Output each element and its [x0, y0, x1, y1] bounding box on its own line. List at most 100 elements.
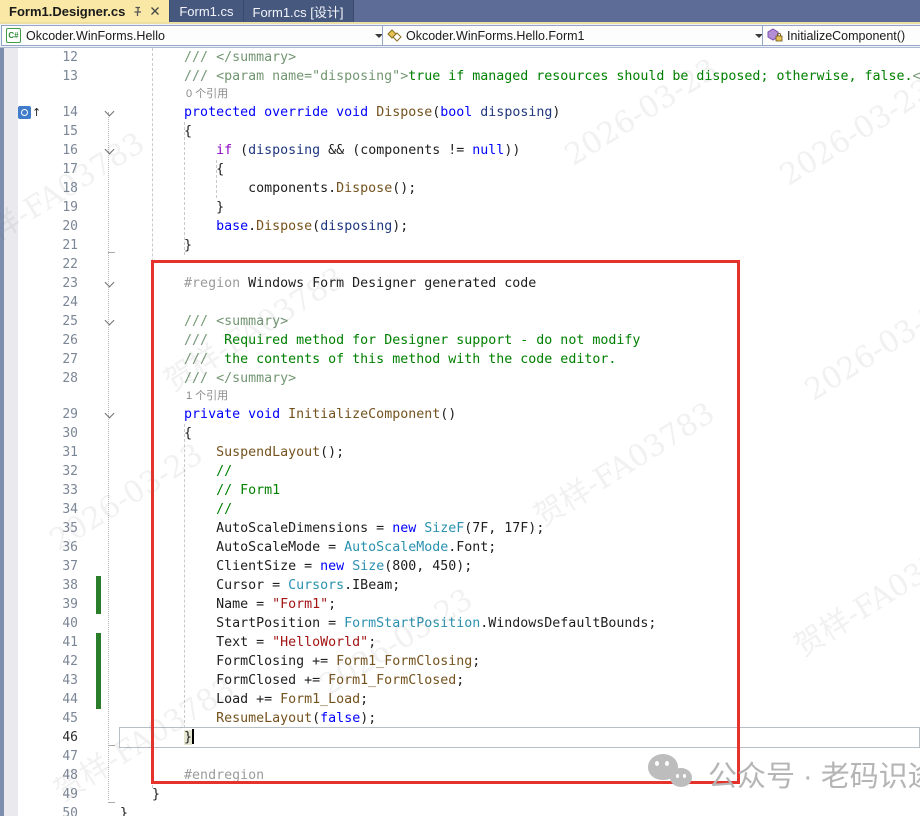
code-line-50[interactable]: 50} [0, 804, 920, 816]
code-line-29[interactable]: 29 private void InitializeComponent() [0, 405, 920, 424]
glyph-margin [0, 481, 44, 500]
fold-collapse-chevron-icon[interactable] [101, 274, 120, 293]
code-line-25[interactable]: 25 /// <summary> [0, 312, 920, 331]
code-line-40[interactable]: 40 StartPosition = FormStartPosition.Win… [0, 614, 920, 633]
line-number: 34 [44, 500, 78, 519]
line-number: 22 [44, 255, 78, 274]
code-line-39[interactable]: 39 Name = "Form1"; [0, 595, 920, 614]
code-text: Cursor = Cursors.IBeam; [120, 576, 920, 595]
code-line-23[interactable]: 23 #region Windows Form Designer generat… [0, 274, 920, 293]
code-line-32[interactable]: 32 // [0, 462, 920, 481]
wechat-watermark: 公众号 · 老码识途 [648, 752, 920, 796]
fold-margin [101, 198, 120, 217]
codelens-references[interactable]: 1 个引用 [0, 388, 920, 405]
code-text: } [120, 728, 920, 747]
code-line-35[interactable]: 35 AutoScaleDimensions = new SizeF(7F, 1… [0, 519, 920, 538]
line-number: 16 [44, 141, 78, 160]
code-line-43[interactable]: 43 FormClosed += Form1_FormClosed; [0, 671, 920, 690]
code-line-17[interactable]: 17 { [0, 160, 920, 179]
fold-margin [101, 538, 120, 557]
glyph-margin [0, 405, 44, 424]
fold-margin [101, 652, 120, 671]
codelens-label: 1 个引用 [186, 388, 228, 405]
glyph-margin [0, 519, 44, 538]
line-number: 13 [44, 67, 78, 86]
code-line-36[interactable]: 36 AutoScaleMode = AutoScaleMode.Font; [0, 538, 920, 557]
code-line-38[interactable]: 38 Cursor = Cursors.IBeam; [0, 576, 920, 595]
code-line-41[interactable]: 41 Text = "HelloWorld"; [0, 633, 920, 652]
code-line-44[interactable]: 44 Load += Form1_Load; [0, 690, 920, 709]
pin-icon[interactable] [132, 6, 143, 17]
fold-collapse-chevron-icon[interactable] [101, 405, 120, 424]
method-private-icon [767, 28, 783, 43]
project-dropdown[interactable]: C# Okcoder.WinForms.Hello [1, 25, 389, 46]
code-text [120, 293, 920, 312]
glyph-margin [0, 255, 44, 274]
fold-margin [101, 633, 120, 652]
glyph-margin [0, 67, 44, 86]
fold-margin [101, 576, 120, 595]
code-line-15[interactable]: 15 { [0, 122, 920, 141]
line-number: 28 [44, 369, 78, 388]
glyph-margin [0, 350, 44, 369]
code-line-19[interactable]: 19 } [0, 198, 920, 217]
tab-form1-cs-design[interactable]: Form1.cs [设计] [244, 0, 354, 22]
code-line-22[interactable]: 22 [0, 255, 920, 274]
code-line-28[interactable]: 28 /// </summary> [0, 369, 920, 388]
code-text: #region Windows Form Designer generated … [120, 274, 920, 293]
code-text: /// <summary> [120, 312, 920, 331]
fold-collapse-chevron-icon[interactable] [101, 103, 120, 122]
code-line-45[interactable]: 45 ResumeLayout(false); [0, 709, 920, 728]
code-line-37[interactable]: 37 ClientSize = new Size(800, 450); [0, 557, 920, 576]
member-dropdown[interactable]: InitializeComponent() [762, 25, 920, 46]
code-text: ResumeLayout(false); [120, 709, 920, 728]
glyph-margin [0, 804, 44, 816]
fold-margin [101, 785, 120, 804]
line-number: 33 [44, 481, 78, 500]
fold-collapse-chevron-icon[interactable] [101, 312, 120, 331]
code-line-46[interactable]: 46 } [0, 728, 920, 747]
code-line-18[interactable]: 18 components.Dispose(); [0, 179, 920, 198]
fold-collapse-chevron-icon[interactable] [101, 141, 120, 160]
code-line-42[interactable]: 42 FormClosing += Form1_FormClosing; [0, 652, 920, 671]
line-number: 50 [44, 804, 78, 816]
code-text: /// </summary> [120, 48, 920, 67]
glyph-margin [0, 236, 44, 255]
glyph-margin: ↑ [0, 103, 44, 122]
code-line-21[interactable]: 21 } [0, 236, 920, 255]
code-line-24[interactable]: 24 [0, 293, 920, 312]
code-text: StartPosition = FormStartPosition.Window… [120, 614, 920, 633]
line-number: 41 [44, 633, 78, 652]
override-indicator-icon[interactable] [18, 106, 31, 119]
codelens-references[interactable]: 0 个引用 [0, 86, 920, 103]
tab-form1-designer-cs[interactable]: Form1.Designer.cs [0, 0, 170, 22]
fold-margin [101, 747, 120, 766]
code-text: } [120, 236, 920, 255]
type-dropdown[interactable]: Okcoder.WinForms.Hello.Form1 [382, 25, 769, 46]
code-line-33[interactable]: 33 // Form1 [0, 481, 920, 500]
line-number: 32 [44, 462, 78, 481]
code-text: Text = "HelloWorld"; [120, 633, 920, 652]
fold-margin [101, 255, 120, 274]
glyph-margin [0, 633, 44, 652]
close-icon[interactable] [150, 6, 160, 16]
tab-form1-cs[interactable]: Form1.cs [170, 0, 243, 22]
code-line-16[interactable]: 16 if (disposing && (components != null)… [0, 141, 920, 160]
code-line-31[interactable]: 31 SuspendLayout(); [0, 443, 920, 462]
line-number: 35 [44, 519, 78, 538]
code-line-14[interactable]: ↑14 protected override void Dispose(bool… [0, 103, 920, 122]
code-line-30[interactable]: 30 { [0, 424, 920, 443]
codelens-label: 0 个引用 [186, 86, 228, 103]
fold-margin [101, 331, 120, 350]
code-line-20[interactable]: 20 base.Dispose(disposing); [0, 217, 920, 236]
code-line-12[interactable]: 12 /// </summary> [0, 48, 920, 67]
code-editor[interactable]: 12 /// </summary>13 /// <param name="dis… [0, 48, 920, 816]
code-line-26[interactable]: 26 /// Required method for Designer supp… [0, 331, 920, 350]
code-line-13[interactable]: 13 /// <param name="disposing">true if m… [0, 67, 920, 86]
line-number: 25 [44, 312, 78, 331]
fold-margin [101, 443, 120, 462]
code-line-27[interactable]: 27 /// the contents of this method with … [0, 350, 920, 369]
fold-margin [101, 217, 120, 236]
code-line-34[interactable]: 34 // [0, 500, 920, 519]
line-number: 46 [44, 728, 78, 747]
